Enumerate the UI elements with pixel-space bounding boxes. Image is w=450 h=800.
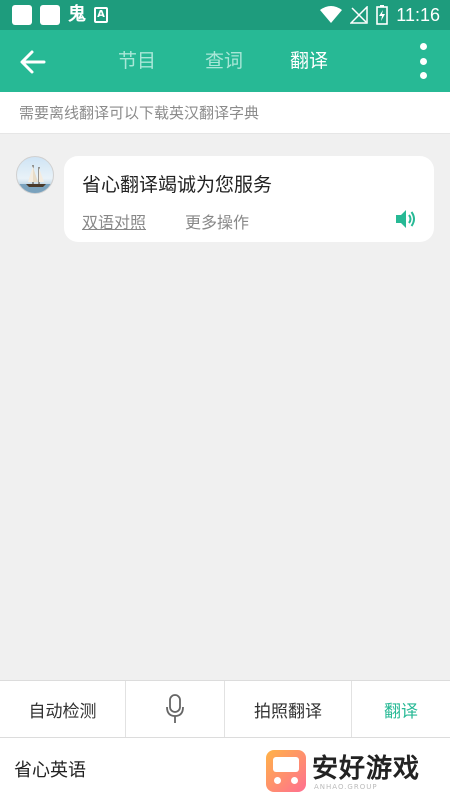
tab-lookup[interactable]: 查词	[205, 30, 243, 92]
speaker-icon[interactable]	[394, 208, 418, 230]
photo-translate-button[interactable]: 拍照翻译	[225, 681, 352, 737]
no-signal-icon	[350, 6, 369, 24]
watermark-subtext: ANHAO.GROUP	[314, 783, 378, 791]
bottom-toolbar: 自动检测 拍照翻译 翻译	[0, 680, 450, 738]
status-time: 11:16	[396, 4, 440, 25]
notification-icons: 鬼 A	[12, 5, 108, 25]
voice-input-button[interactable]	[126, 681, 225, 737]
sailboat-icon	[17, 165, 53, 193]
a-notification-icon: A	[94, 7, 108, 23]
more-menu-icon[interactable]	[418, 43, 428, 79]
auto-detect-button[interactable]: 自动检测	[0, 681, 126, 737]
footer: 省心英语 安好游戏 ANHAO.GROUP	[0, 738, 450, 800]
chat-area: 省心翻译竭诚为您服务 双语对照 更多操作	[0, 134, 450, 680]
bilingual-link[interactable]: 双语对照	[82, 209, 146, 233]
ghost-notification-icon: 鬼	[68, 4, 86, 25]
message-bubble: 省心翻译竭诚为您服务 双语对照 更多操作	[64, 156, 434, 242]
message-text: 省心翻译竭诚为您服务	[82, 174, 273, 196]
tab-programs[interactable]: 节目	[118, 30, 156, 92]
wifi-icon	[320, 6, 343, 23]
avatar	[16, 156, 54, 194]
watermark: 安好游戏 ANHAO.GROUP	[266, 748, 446, 796]
tab-translate[interactable]: 翻译	[290, 30, 328, 92]
offline-notice[interactable]: 需要离线翻译可以下载英汉翻译字典	[0, 92, 450, 134]
watermark-text: 安好游戏	[312, 754, 421, 784]
notification-square-icon	[12, 5, 32, 25]
more-actions-link[interactable]: 更多操作	[185, 209, 249, 233]
back-arrow-icon[interactable]	[18, 47, 48, 77]
notification-square-icon	[40, 5, 60, 25]
system-icons: 11:16	[320, 3, 440, 27]
microphone-icon	[166, 694, 184, 723]
translate-button[interactable]: 翻译	[352, 681, 450, 737]
app-name-label: 省心英语	[14, 760, 86, 781]
status-bar: 鬼 A 11:16	[0, 0, 450, 30]
battery-charging-icon	[376, 5, 389, 25]
app-bar: 节目 查词 翻译	[0, 30, 450, 92]
gamepad-logo-icon	[266, 750, 306, 792]
